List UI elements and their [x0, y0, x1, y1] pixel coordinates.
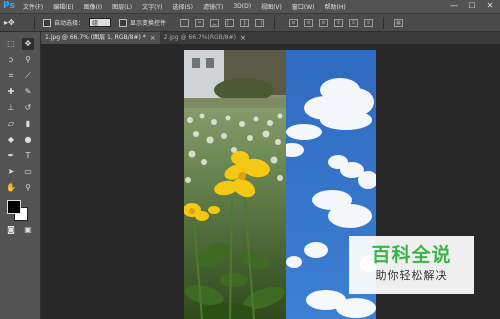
menu-bar: Ps 文件(F) 编辑(E) 图像(I) 图层(L) 文字(Y) 选择(S) 滤… [0, 0, 500, 14]
flower-photo [184, 50, 286, 319]
menu-type[interactable]: 文字(Y) [142, 2, 162, 11]
menu-layer[interactable]: 图层(L) [112, 2, 132, 11]
maximize-button[interactable]: ☐ [466, 1, 478, 11]
path-select-icon[interactable]: ➤ [5, 166, 17, 178]
distribute-left-icon[interactable]: ⦀ [334, 18, 344, 27]
menu-edit[interactable]: 编辑(E) [53, 2, 73, 11]
minimize-button[interactable]: — [448, 1, 460, 11]
lasso-icon[interactable]: ↄ [5, 54, 17, 66]
quick-mask-icon[interactable]: ◙ [5, 224, 17, 236]
menu-view[interactable]: 视图(V) [261, 2, 282, 11]
menu-help[interactable]: 帮助(H) [325, 2, 346, 11]
menu-window[interactable]: 窗口(W) [292, 2, 315, 11]
align-buttons: ▔ ═ ▁ ▏ ║ ▕ [180, 18, 265, 27]
close-icon[interactable]: × [150, 32, 156, 44]
tab-document-1[interactable]: 1.jpg @ 66.7% (图层 1, RGB/8#) * × [41, 32, 160, 44]
window-controls: — ☐ ✕ [448, 1, 496, 11]
distribute-buttons: ≡ ≡ ≡ ⦀ ⦀ ⦀ [289, 18, 374, 27]
watermark-subtitle: 助你轻松解决 [375, 269, 448, 282]
distribute-vcenter-icon[interactable]: ≡ [304, 18, 314, 27]
close-button[interactable]: ✕ [484, 1, 496, 11]
hand-icon[interactable]: ✋ [5, 182, 17, 194]
gradient-icon[interactable]: ▮ [22, 118, 34, 130]
document-canvas[interactable] [184, 50, 376, 319]
align-vcenter-icon[interactable]: ═ [195, 18, 205, 27]
auto-select-label: 自动选择： [54, 20, 85, 27]
tab-label: 1.jpg @ 66.7% (图层 1, RGB/8#) * [45, 34, 146, 41]
eyedropper-icon[interactable]: ⟋ [22, 70, 34, 82]
foreground-color-swatch[interactable] [7, 200, 21, 214]
menu-file[interactable]: 文件(F) [23, 2, 43, 11]
distribute-right-icon[interactable]: ⦀ [364, 18, 374, 27]
menu-image[interactable]: 图像(I) [84, 2, 102, 11]
brush-icon[interactable]: ✎ [22, 86, 34, 98]
type-icon[interactable]: T [22, 150, 34, 162]
history-brush-icon[interactable]: ↺ [22, 102, 34, 114]
distribute-bottom-icon[interactable]: ≡ [319, 18, 329, 27]
auto-select-dropdown[interactable]: 组 [89, 18, 112, 27]
distribute-hcenter-icon[interactable]: ⦀ [349, 18, 359, 27]
options-bar: ▸✥ 自动选择： 组 显示变换控件 ▔ ═ ▁ ▏ ║ ▕ ≡ ≡ ≡ ⦀ ⦀ … [0, 14, 500, 32]
options-separator [274, 16, 276, 29]
menu-filter[interactable]: 滤镜(T) [203, 2, 223, 11]
menu-select[interactable]: 选择(S) [172, 2, 193, 11]
align-top-icon[interactable]: ▔ [180, 18, 190, 27]
toolbox: ⬚ ✥ ↄ ⚲ ⌗ ⟋ ✚ ✎ ⊥ ↺ ▱ ▮ ◆ ● ✒ T ➤ ▭ ✋ ⚲ … [0, 32, 41, 319]
align-hcenter-icon[interactable]: ║ [240, 18, 250, 27]
tab-document-2[interactable]: 2.jpg @ 66.7%(RGB/8#) × [160, 32, 250, 44]
healing-icon[interactable]: ✚ [5, 86, 17, 98]
watermark-badge: 百科全说 助你轻松解决 [349, 236, 474, 294]
eraser-icon[interactable]: ▱ [5, 118, 17, 130]
watermark-title: 百科全说 [371, 244, 452, 266]
align-right-icon[interactable]: ▕ [255, 18, 265, 27]
photoshop-logo: Ps [3, 1, 15, 11]
align-bottom-icon[interactable]: ▁ [210, 18, 220, 27]
document-tabs: 1.jpg @ 66.7% (图层 1, RGB/8#) * × 2.jpg @… [41, 32, 500, 44]
zoom-icon[interactable]: ⚲ [22, 182, 34, 194]
menu-3d[interactable]: 3D(D) [233, 3, 251, 10]
distribute-top-icon[interactable]: ≡ [289, 18, 299, 27]
auto-align-icon[interactable]: ▦ [394, 18, 404, 27]
marquee-icon[interactable]: ⬚ [5, 38, 17, 50]
magic-wand-icon[interactable]: ⚲ [22, 54, 34, 66]
align-left-icon[interactable]: ▏ [225, 18, 235, 27]
move-tool-preset-icon[interactable]: ▸✥ [4, 17, 24, 29]
options-separator [383, 16, 385, 29]
shape-icon[interactable]: ▭ [22, 166, 34, 178]
dodge-icon[interactable]: ● [22, 134, 34, 146]
screen-mode-icon[interactable]: ▣ [22, 224, 34, 236]
crop-icon[interactable]: ⌗ [5, 70, 17, 82]
pen-icon[interactable]: ✒ [5, 150, 17, 162]
stamp-icon[interactable]: ⊥ [5, 102, 17, 114]
color-swatches [0, 198, 40, 222]
close-icon[interactable]: × [240, 32, 246, 44]
show-transform-checkbox[interactable] [119, 18, 128, 27]
show-transform-label: 显示变换控件 [130, 20, 167, 27]
move-icon[interactable]: ✥ [22, 38, 34, 50]
tab-label: 2.jpg @ 66.7%(RGB/8#) [163, 34, 236, 41]
auto-select-checkbox[interactable] [43, 18, 51, 27]
blur-icon[interactable]: ◆ [5, 134, 17, 146]
options-separator [34, 16, 35, 29]
